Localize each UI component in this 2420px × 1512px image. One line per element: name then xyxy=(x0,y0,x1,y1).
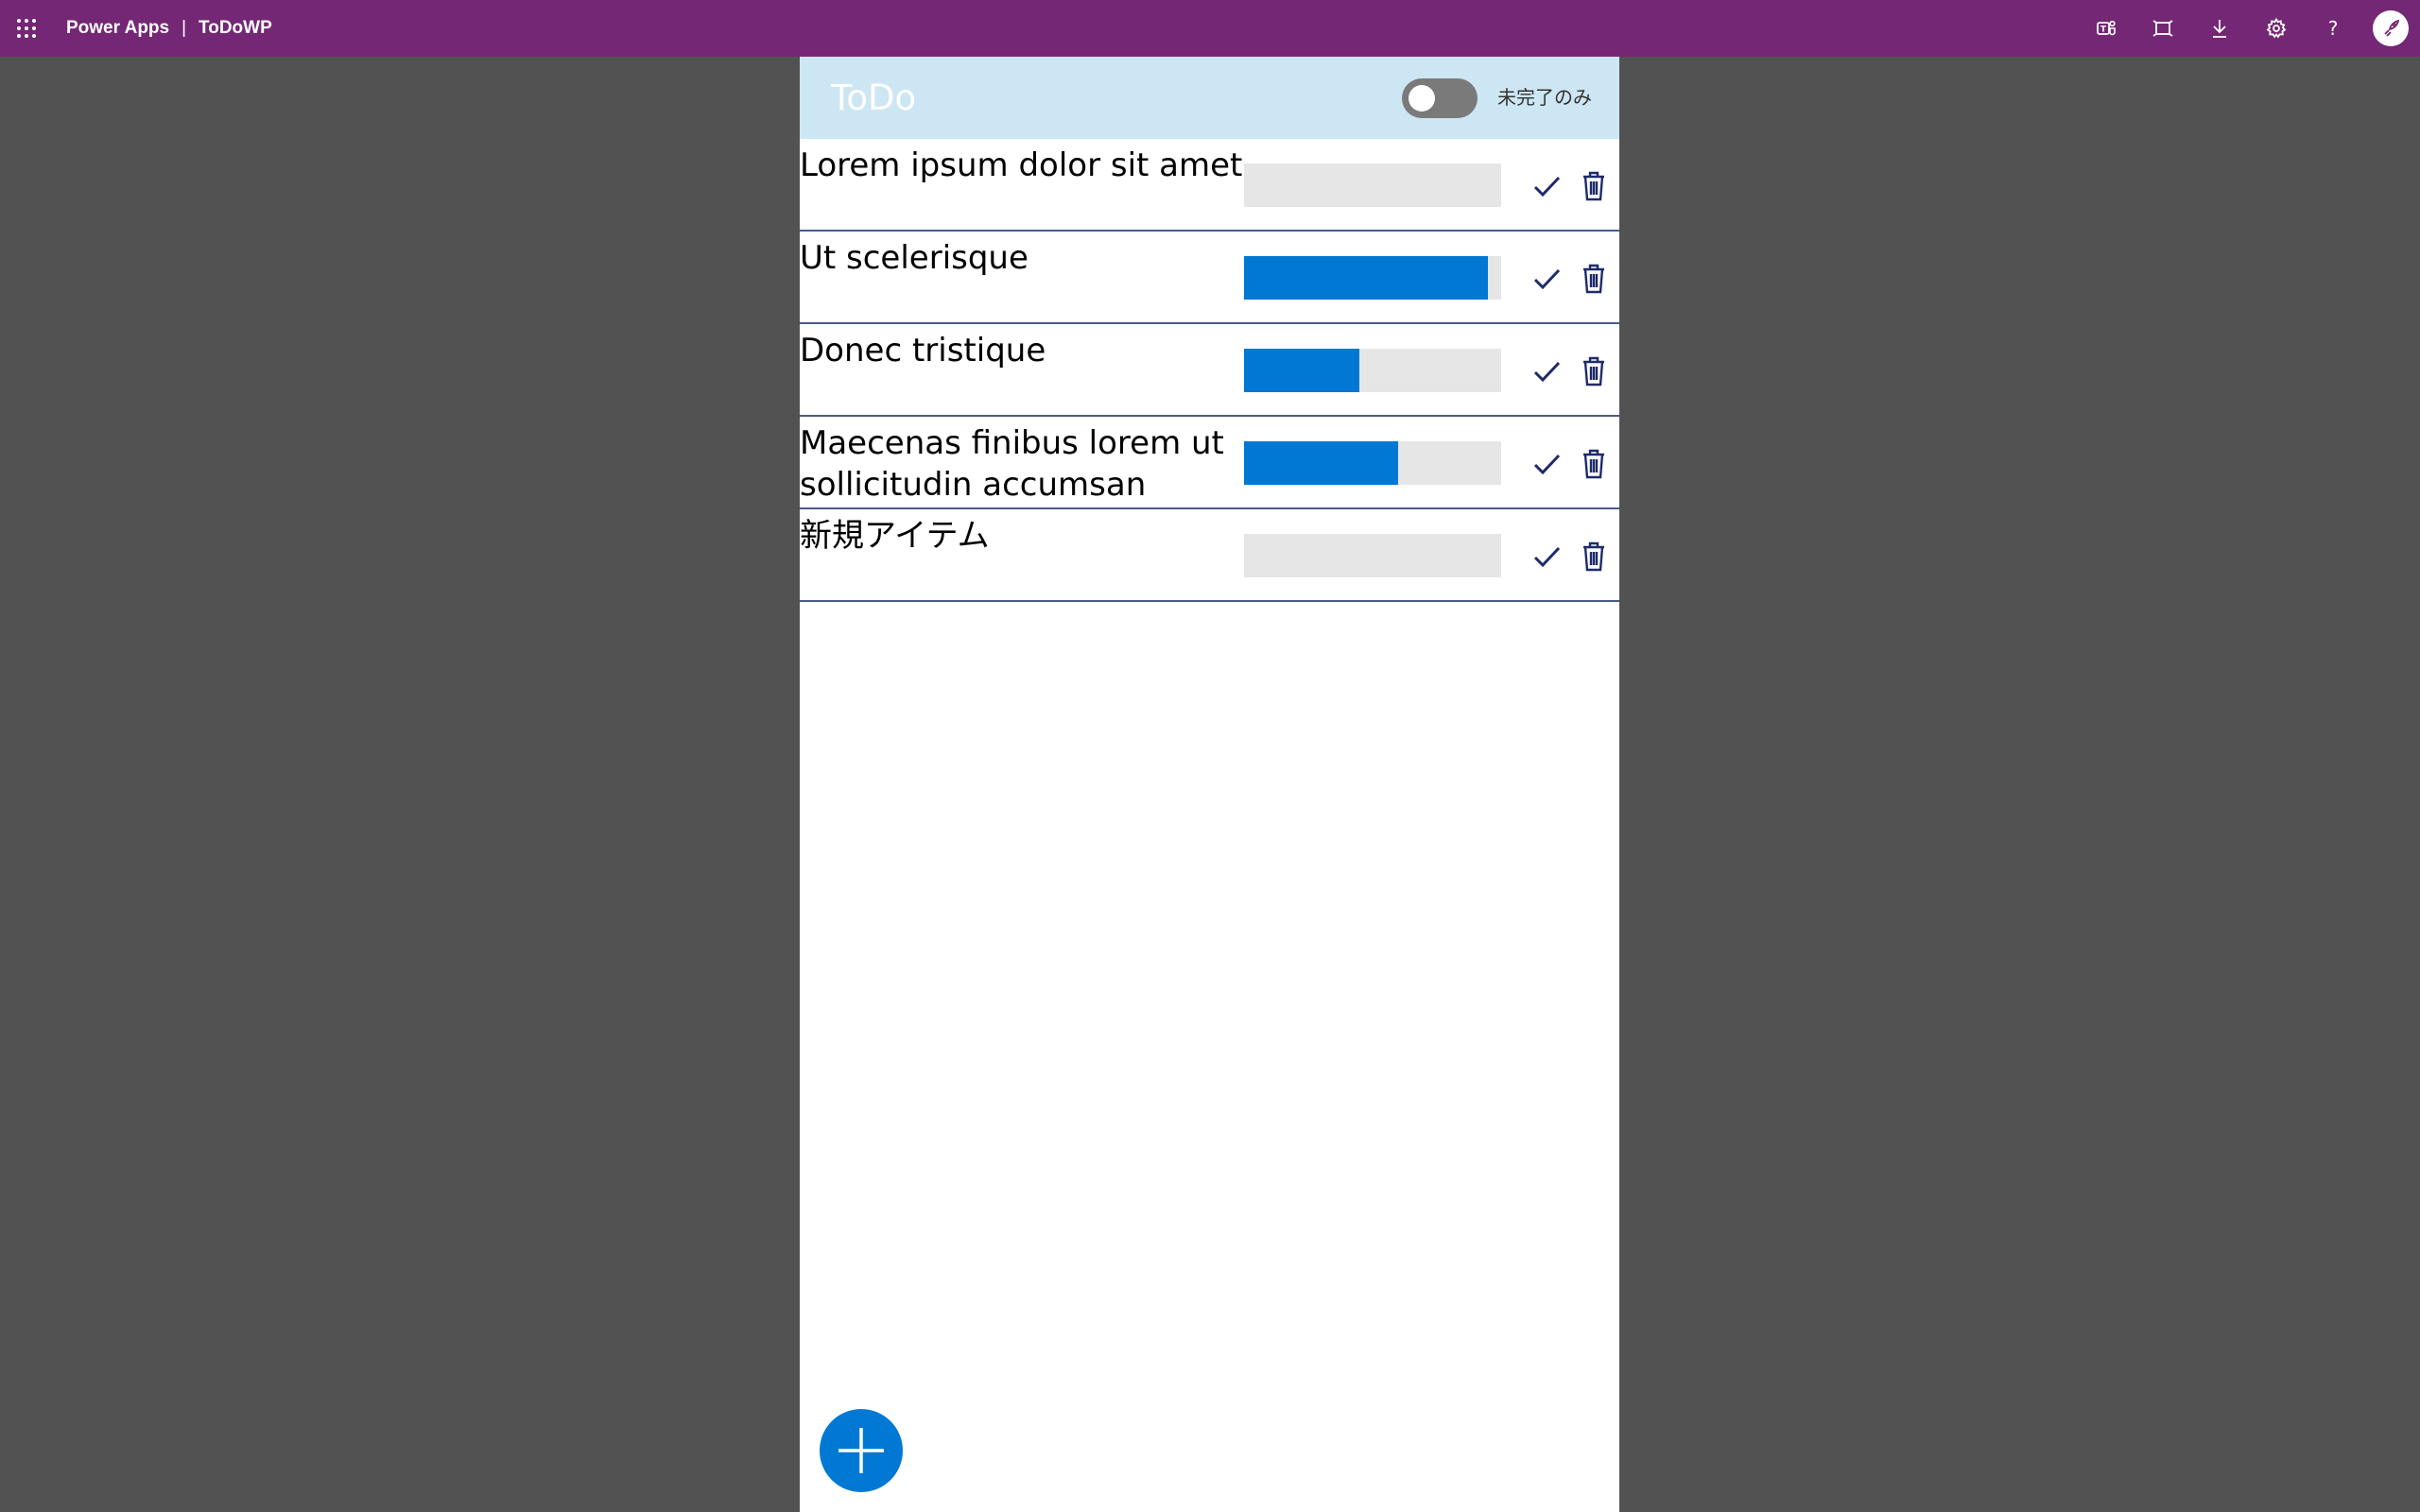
progress-bar xyxy=(1244,256,1501,300)
progress-bar xyxy=(1244,349,1501,392)
app-file-name: ToDoWP xyxy=(199,18,272,38)
todo-row[interactable]: Lorem ipsum dolor sit amet xyxy=(800,139,1619,232)
product-name: Power Apps xyxy=(66,18,170,38)
toggle-knob xyxy=(1409,85,1435,112)
plus-icon xyxy=(838,1428,884,1473)
todo-gallery: Lorem ipsum dolor sit amet Ut scelerisqu… xyxy=(800,139,1619,602)
app-canvas: ToDo 未完了のみ Lorem ipsum dolor sit amet Ut… xyxy=(800,57,1619,1512)
incomplete-only-label: 未完了のみ xyxy=(1497,86,1592,109)
app-title: ToDo xyxy=(831,77,917,118)
trash-icon[interactable] xyxy=(1575,538,1613,576)
progress-bar xyxy=(1244,441,1501,485)
incomplete-only-toggle[interactable] xyxy=(1402,78,1478,118)
settings-icon[interactable] xyxy=(2262,14,2290,43)
progress-bar xyxy=(1244,534,1501,577)
todo-row[interactable]: Ut scelerisque xyxy=(800,232,1619,324)
add-item-button[interactable] xyxy=(820,1409,903,1492)
teams-icon[interactable]: T xyxy=(2092,14,2120,43)
svg-text:?: ? xyxy=(2328,17,2339,40)
progress-fill xyxy=(1244,256,1489,300)
progress-fill xyxy=(1244,441,1399,485)
help-icon[interactable]: ? xyxy=(2319,14,2347,43)
todo-row[interactable]: Maecenas finibus lorem ut sollicitudin a… xyxy=(800,417,1619,509)
progress-bar xyxy=(1244,163,1501,207)
trash-icon[interactable] xyxy=(1575,260,1613,298)
todo-title: Ut scelerisque xyxy=(800,239,1028,277)
app-header: ToDo 未完了のみ xyxy=(800,57,1619,139)
breadcrumb-separator: | xyxy=(182,18,187,38)
app-breadcrumb: Power Apps | ToDoWP xyxy=(66,0,272,57)
todo-title: 新規アイテム xyxy=(800,517,990,555)
download-icon[interactable] xyxy=(2205,14,2234,43)
todo-title: Maecenas finibus lorem ut sollicitudin a… xyxy=(800,424,1224,504)
trash-icon[interactable] xyxy=(1575,167,1613,205)
todo-title: Lorem ipsum dolor sit amet xyxy=(800,146,1243,184)
check-icon[interactable] xyxy=(1528,352,1565,390)
user-avatar[interactable] xyxy=(2373,10,2409,46)
check-icon[interactable] xyxy=(1528,260,1565,298)
check-icon[interactable] xyxy=(1528,167,1565,205)
todo-row[interactable]: 新規アイテム xyxy=(800,509,1619,602)
check-icon[interactable] xyxy=(1528,445,1565,483)
progress-fill xyxy=(1244,349,1360,392)
todo-row[interactable]: Donec tristique xyxy=(800,324,1619,417)
svg-text:T: T xyxy=(2100,26,2107,35)
waffle-icon[interactable] xyxy=(15,17,38,40)
top-bar: Power Apps | ToDoWP T ? xyxy=(0,0,2420,57)
trash-icon[interactable] xyxy=(1575,352,1613,390)
fit-to-window-icon[interactable] xyxy=(2149,14,2177,43)
todo-title: Donec tristique xyxy=(800,332,1046,369)
trash-icon[interactable] xyxy=(1575,445,1613,483)
check-icon[interactable] xyxy=(1528,538,1565,576)
